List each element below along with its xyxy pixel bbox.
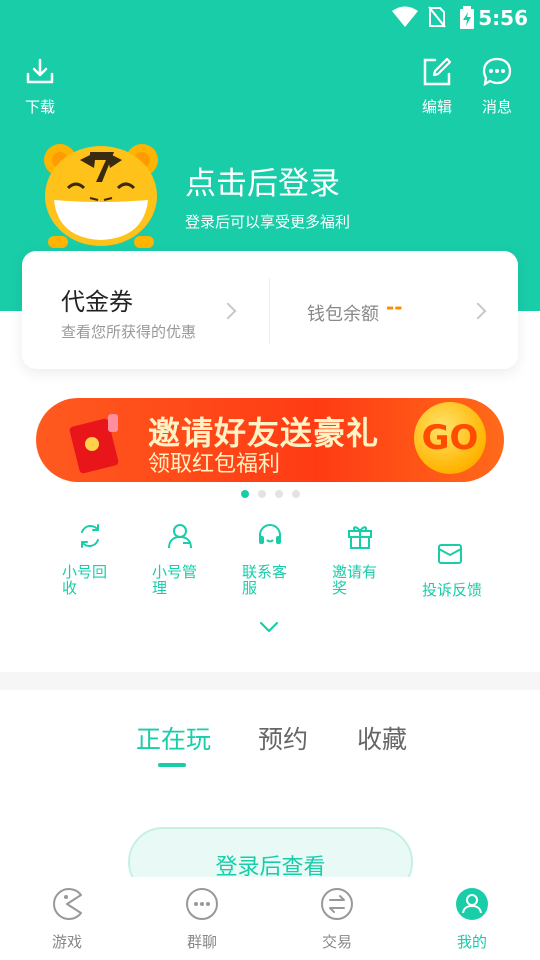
- messages-button[interactable]: 消息: [467, 56, 527, 117]
- nav-label: 交易: [321, 933, 352, 951]
- banner-subtitle: 领取红包福利: [148, 452, 281, 477]
- tab-playing[interactable]: 正在玩: [136, 720, 211, 756]
- page-dot: [241, 490, 249, 498]
- quick-action-account-manage[interactable]: 小号管理: [152, 522, 222, 596]
- expand-chevron-down-icon[interactable]: [259, 620, 279, 634]
- mascot-avatar[interactable]: [40, 138, 162, 250]
- quick-action-label: 联系客服: [242, 563, 288, 597]
- messages-label: 消息: [481, 98, 512, 116]
- message-icon: [482, 57, 512, 87]
- edit-icon: [423, 57, 452, 86]
- quick-action-invite-reward[interactable]: 邀请有奖: [332, 522, 402, 596]
- go-coin-icon: GO: [414, 402, 486, 474]
- red-envelope-icon: [69, 414, 119, 474]
- page-dot: [258, 490, 266, 498]
- edit-label: 编辑: [421, 98, 452, 116]
- card-divider: [269, 278, 270, 344]
- account-manage-icon: [168, 524, 192, 549]
- chevron-right-icon: [219, 302, 237, 320]
- tab-reserved[interactable]: 预约: [258, 720, 308, 756]
- quick-action-account-recycle[interactable]: 小号回收: [62, 522, 132, 596]
- exchange-icon: [321, 888, 353, 920]
- nav-group-chat[interactable]: 群聊: [162, 887, 242, 952]
- status-time: 5:56: [478, 6, 528, 30]
- download-label: 下载: [24, 98, 55, 116]
- quick-action-customer-service[interactable]: 联系客服: [242, 522, 312, 596]
- status-bar: 5:56: [0, 0, 540, 36]
- login-subtitle: 登录后可以享受更多福利: [185, 213, 351, 231]
- download-icon: [26, 58, 54, 84]
- nav-games[interactable]: 游戏: [27, 887, 107, 952]
- nav-trade[interactable]: 交易: [297, 887, 377, 952]
- active-tab-indicator: [158, 763, 186, 767]
- nav-label: 我的: [456, 933, 487, 951]
- profile-icon: [456, 888, 488, 920]
- bottom-navigation: 游戏 群聊 交易 我的: [0, 877, 540, 960]
- gift-icon: [348, 526, 372, 549]
- quick-action-label: 小号回收: [62, 563, 108, 597]
- quick-action-complaint-feedback[interactable]: 投诉反馈: [422, 540, 492, 598]
- wallet-card: 代金券 查看您所获得的优惠 钱包余额 --: [22, 251, 518, 369]
- pacman-icon: [53, 888, 82, 920]
- coupon-title: 代金券: [61, 288, 133, 316]
- nav-label: 游戏: [51, 933, 82, 951]
- battery-charging-icon: [460, 6, 474, 29]
- quick-action-label: 邀请有奖: [332, 563, 378, 597]
- no-sim-icon: [428, 6, 446, 28]
- tab-favorites[interactable]: 收藏: [357, 720, 407, 756]
- quick-action-label: 投诉反馈: [422, 581, 483, 599]
- login-title[interactable]: 点击后登录: [185, 158, 340, 203]
- mail-icon: [438, 544, 462, 564]
- wifi-icon: [392, 6, 418, 27]
- wallet-label: 钱包余额: [307, 304, 379, 325]
- headset-icon: [259, 524, 281, 544]
- chevron-right-icon: [469, 302, 487, 320]
- download-button[interactable]: 下载: [10, 56, 70, 117]
- section-separator: [0, 672, 540, 690]
- page-dot: [292, 490, 300, 498]
- edit-button[interactable]: 编辑: [407, 56, 467, 117]
- chat-dots-icon: [186, 888, 218, 920]
- coupon-subtitle: 查看您所获得的优惠: [61, 323, 197, 341]
- nav-mine[interactable]: 我的: [432, 887, 512, 952]
- quick-action-label: 小号管理: [152, 563, 198, 597]
- wallet-value: --: [386, 295, 403, 319]
- recycle-icon: [81, 524, 99, 548]
- page-dot: [275, 490, 283, 498]
- nav-label: 群聊: [186, 933, 217, 951]
- invite-banner[interactable]: 邀请好友送豪礼 领取红包福利 GO: [36, 398, 504, 482]
